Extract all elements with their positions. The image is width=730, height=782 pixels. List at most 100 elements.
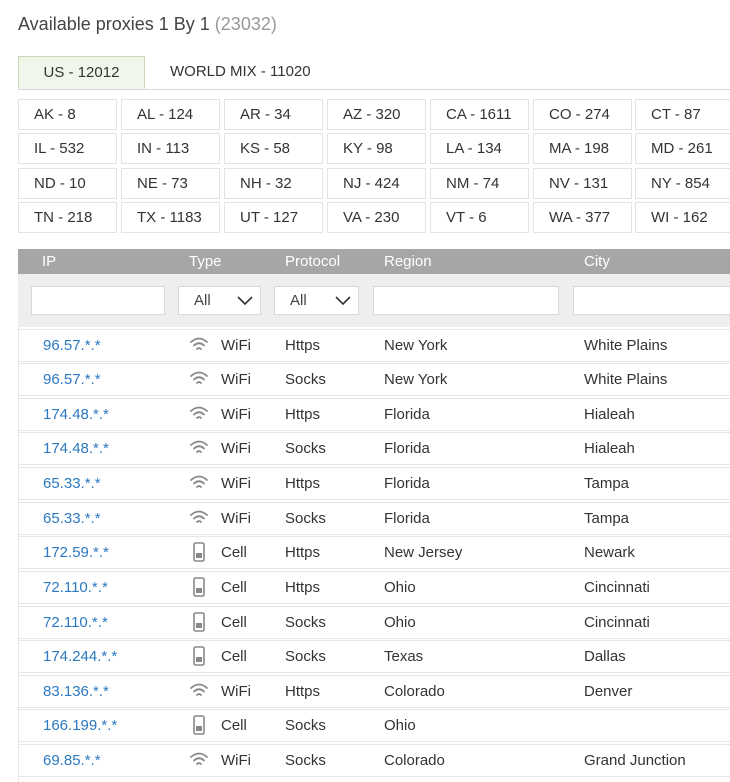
tab-us[interactable]: US - 12012: [18, 56, 145, 89]
city-cell: Grand Junction: [584, 752, 686, 769]
table-row[interactable]: 96.57.*.* WiFi Https New York White Plains: [18, 329, 730, 362]
state-filter-button[interactable]: TX - 1183: [121, 202, 220, 233]
wifi-icon: [189, 437, 209, 459]
region-cell: New York: [384, 371, 448, 388]
table-row[interactable]: 166.199.*.* Cell Socks Ohio: [18, 709, 730, 742]
wifi-icon: [189, 507, 209, 529]
column-city[interactable]: City: [584, 249, 610, 274]
protocol-cell: Socks: [285, 440, 326, 457]
type-cell: Cell: [221, 579, 247, 596]
table-row[interactable]: 172.59.*.* Cell Https New Jersey Newark: [18, 536, 730, 569]
wifi-icon: [189, 368, 209, 390]
protocol-cell: Https: [285, 406, 321, 423]
state-filter-button[interactable]: IL - 532: [18, 133, 117, 164]
state-filter-button[interactable]: CA - 1611: [430, 99, 529, 130]
state-filter-button[interactable]: UT - 127: [224, 202, 323, 233]
ip-link[interactable]: 96.57.*.*: [43, 364, 101, 395]
state-filter-button[interactable]: CO - 274: [533, 99, 632, 130]
table-row[interactable]: 174.244.*.* Cell Socks Texas Dallas: [18, 640, 730, 673]
state-filter-button[interactable]: VA - 230: [327, 202, 426, 233]
ip-link[interactable]: 172.59.*.*: [43, 537, 109, 568]
column-ip[interactable]: IP: [42, 249, 56, 274]
ip-link[interactable]: 174.48.*.*: [43, 399, 109, 430]
city-cell: White Plains: [584, 337, 668, 354]
state-filter-button[interactable]: NH - 32: [224, 168, 323, 199]
type-cell: Cell: [221, 544, 247, 561]
column-type[interactable]: Type: [189, 249, 222, 274]
state-filter-button[interactable]: ND - 10: [18, 168, 117, 199]
state-filter-button[interactable]: AR - 34: [224, 99, 323, 130]
table-row[interactable]: 96.57.*.* WiFi Socks New York White Plains: [18, 363, 730, 396]
state-filter-button[interactable]: WA - 377: [533, 202, 632, 233]
ip-link[interactable]: 166.199.*.*: [43, 710, 117, 741]
page-title: Available proxies 1 By 1 (23032): [18, 14, 277, 35]
column-region[interactable]: Region: [384, 249, 432, 274]
cell-icon: [189, 541, 209, 563]
chevron-down-icon: [236, 287, 254, 323]
table-row[interactable]: 72.110.*.* Cell Socks Ohio Cincinnati: [18, 606, 730, 639]
total-count: (23032): [214, 14, 277, 34]
city-cell: Denver: [584, 683, 633, 700]
state-filter-button[interactable]: NE - 73: [121, 168, 220, 199]
type-filter-value: All: [194, 292, 211, 309]
table-row[interactable]: 83.136.*.* WiFi Https Colorado Denver: [18, 675, 730, 708]
state-filter-button[interactable]: AL - 124: [121, 99, 220, 130]
state-filter-button[interactable]: MD - 261: [635, 133, 730, 164]
region-filter-input[interactable]: [373, 286, 559, 315]
table-row[interactable]: 174.48.*.* WiFi Https Florida Hialeah: [18, 398, 730, 431]
type-cell: Cell: [221, 614, 247, 631]
city-cell: Hialeah: [584, 406, 635, 423]
state-filter-button[interactable]: KS - 58: [224, 133, 323, 164]
state-filter-button[interactable]: CT - 87: [635, 99, 730, 130]
city-cell: Tampa: [584, 475, 630, 492]
state-filter-button[interactable]: VT - 6: [430, 202, 529, 233]
ip-link[interactable]: 72.110.*.*: [43, 572, 108, 603]
state-filter-button[interactable]: TN - 218: [18, 202, 117, 233]
state-filter-button[interactable]: AZ - 320: [327, 99, 426, 130]
type-cell: Cell: [221, 648, 247, 665]
cell-icon: [189, 645, 209, 667]
ip-filter-input[interactable]: [31, 286, 165, 315]
state-filter-button[interactable]: MA - 198: [533, 133, 632, 164]
state-filter-button[interactable]: LA - 134: [430, 133, 529, 164]
ip-link[interactable]: 72.110.*.*: [43, 607, 108, 638]
protocol-filter-value: All: [290, 292, 307, 309]
state-filter-button[interactable]: AK - 8: [18, 99, 117, 130]
region-cell: Texas: [384, 648, 424, 665]
ip-link[interactable]: 83.136.*.*: [43, 676, 109, 707]
ip-link[interactable]: 65.33.*.*: [43, 468, 101, 499]
table-row[interactable]: 69.85.*.* WiFi Socks Colorado Grand Junction: [18, 744, 730, 777]
ip-link[interactable]: 174.244.*.*: [43, 641, 117, 672]
state-filter-button[interactable]: KY - 98: [327, 133, 426, 164]
region-cell: Colorado: [384, 683, 445, 700]
table-row[interactable]: 72.110.*.* Cell Https Ohio Cincinnati: [18, 571, 730, 604]
state-filter-button[interactable]: NJ - 424: [327, 168, 426, 199]
table-row[interactable]: 65.33.*.* WiFi Https Florida Tampa: [18, 467, 730, 500]
ip-link[interactable]: 174.48.*.*: [43, 433, 109, 464]
city-filter-input[interactable]: [573, 286, 730, 315]
table-row[interactable]: 65.33.*.* WiFi Socks Florida Tampa: [18, 502, 730, 535]
region-cell: Ohio: [384, 717, 416, 734]
column-protocol[interactable]: Protocol: [285, 249, 340, 274]
ip-link[interactable]: 65.33.*.*: [43, 503, 101, 534]
filter-row: All All: [18, 274, 730, 327]
state-filter-button[interactable]: WI - 162: [635, 202, 730, 233]
cell-icon: [189, 714, 209, 736]
protocol-cell: Https: [285, 683, 321, 700]
state-filter-button[interactable]: NV - 131: [533, 168, 632, 199]
type-filter-select[interactable]: All: [178, 286, 261, 315]
tab-world-mix[interactable]: WORLD MIX - 11020: [146, 56, 335, 88]
wifi-icon: [189, 403, 209, 425]
ip-link[interactable]: 69.85.*.*: [43, 745, 101, 776]
state-filter-button[interactable]: IN - 113: [121, 133, 220, 164]
protocol-cell: Socks: [285, 371, 326, 388]
ip-link[interactable]: 96.57.*.*: [43, 330, 101, 361]
state-filter-button[interactable]: NY - 854: [635, 168, 730, 199]
region-cell: Florida: [384, 475, 430, 492]
table-row[interactable]: 174.48.*.* WiFi Socks Florida Hialeah: [18, 432, 730, 465]
wifi-icon: [189, 749, 209, 771]
region-cell: Florida: [384, 510, 430, 527]
protocol-filter-select[interactable]: All: [274, 286, 359, 315]
state-filter-button[interactable]: NM - 74: [430, 168, 529, 199]
region-cell: New York: [384, 337, 448, 354]
